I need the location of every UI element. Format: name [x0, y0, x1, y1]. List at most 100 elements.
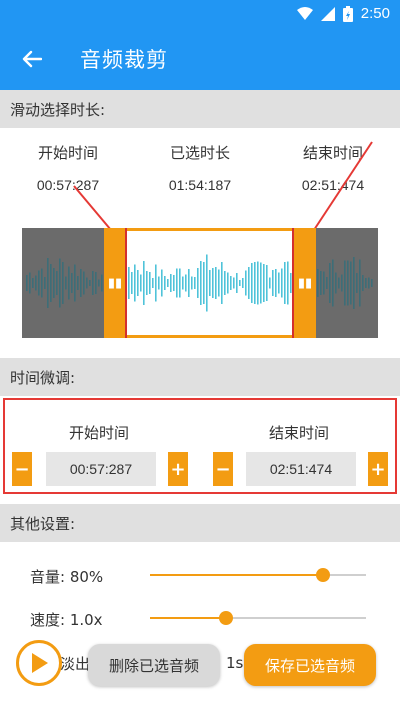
waveform-bar — [368, 277, 370, 289]
end-time-field[interactable]: 02:51:474 — [246, 452, 356, 486]
play-button[interactable] — [16, 640, 62, 686]
waveform-bar — [263, 264, 265, 302]
waveform-bar — [218, 269, 220, 297]
waveform-bar — [350, 261, 352, 305]
waveform-bar — [176, 268, 178, 298]
waveform-bar — [332, 259, 334, 307]
waveform-bar — [155, 264, 157, 302]
waveform-bar — [29, 272, 31, 294]
waveform-bar — [323, 271, 325, 295]
waveform-bar — [149, 272, 151, 294]
waveform-bar — [83, 271, 85, 295]
back-button[interactable] — [8, 35, 56, 83]
waveform-bar — [101, 274, 103, 292]
status-bar: 2:50 — [0, 0, 400, 28]
waveform-bar — [239, 280, 241, 286]
waveform-bar — [203, 262, 205, 304]
waveform-bar — [128, 267, 130, 299]
app-bar: 音频裁剪 — [0, 28, 400, 90]
fine-tune-end-label: 结束时间 — [269, 424, 330, 442]
waveform-bar — [179, 268, 181, 298]
waveform-bar — [71, 273, 73, 293]
waveform-bar — [92, 271, 94, 295]
waveform-bar — [362, 275, 364, 291]
waveform-bar — [77, 276, 79, 290]
waveform-bar — [47, 258, 49, 308]
waveform-bar — [236, 273, 238, 293]
waveform-bar — [89, 280, 91, 286]
waveform-bar — [206, 254, 208, 312]
start-handle[interactable]: ▮▮ — [104, 228, 126, 338]
waveform-bar — [371, 279, 373, 287]
waveform-bars — [26, 254, 373, 312]
start-time-field[interactable]: 00:57:287 — [46, 452, 156, 486]
waveform-bar — [329, 263, 331, 303]
waveform-bar — [32, 278, 34, 288]
waveform-bar — [326, 277, 328, 289]
waveform-bar — [182, 276, 184, 290]
waveform-bar — [284, 262, 286, 304]
play-icon — [32, 653, 48, 673]
start-increase-button[interactable]: + — [168, 452, 188, 486]
wifi-icon — [296, 6, 313, 20]
waveform-bar — [188, 269, 190, 297]
waveform-bar — [152, 278, 154, 288]
waveform-bar — [95, 272, 97, 294]
waveform-bar — [56, 271, 58, 295]
waveform-bar — [68, 266, 70, 300]
waveform-bar — [185, 274, 187, 292]
end-decrease-button[interactable]: − — [213, 452, 233, 486]
minus-icon: − — [215, 458, 231, 480]
waveform-bar — [74, 264, 76, 302]
waveform-bar — [338, 277, 340, 289]
delete-selected-button[interactable]: 删除已选音频 — [88, 644, 220, 686]
waveform-bar — [320, 271, 322, 295]
waveform-bar — [278, 272, 280, 294]
waveform-bar — [158, 276, 160, 290]
waveform-bar — [287, 261, 289, 305]
waveform-bar — [98, 279, 100, 287]
end-handle[interactable]: ▮▮ — [294, 228, 316, 338]
waveform-bar — [38, 270, 40, 296]
waveform-bar — [41, 268, 43, 298]
waveform-bar — [356, 273, 358, 293]
start-decrease-button[interactable]: − — [12, 452, 32, 486]
end-increase-button[interactable]: + — [368, 452, 388, 486]
waveform-bar — [344, 260, 346, 306]
waveform-bar — [131, 272, 133, 294]
waveform-bar — [170, 274, 172, 292]
signal-icon — [320, 6, 335, 21]
waveform-bar — [194, 277, 196, 289]
waveform-bar — [65, 276, 67, 290]
waveform-bar — [260, 262, 262, 304]
page-title: 音频裁剪 — [80, 48, 168, 72]
status-time: 2:50 — [360, 5, 390, 22]
waveform-bar — [269, 277, 271, 289]
arrow-left-icon — [22, 50, 42, 68]
speed-slider-thumb[interactable] — [219, 611, 233, 625]
volume-label: 音量: 80% — [30, 568, 104, 586]
waveform-bar — [200, 261, 202, 305]
waveform-bar — [281, 268, 283, 298]
waveform-bar — [215, 267, 217, 299]
volume-slider-thumb[interactable] — [316, 568, 330, 582]
section-header-fine-tune: 时间微调: — [0, 358, 400, 396]
battery-icon — [342, 5, 353, 22]
waveform-bar — [365, 278, 367, 288]
waveform-bar — [254, 262, 256, 304]
save-selected-button[interactable]: 保存已选音频 — [244, 644, 376, 686]
fine-tune-start-label: 开始时间 — [69, 424, 130, 442]
waveform-bar — [137, 270, 139, 296]
grip-icon: ▮▮ — [107, 275, 123, 291]
waveform-bar — [335, 272, 337, 294]
annotation-arrow-right — [309, 141, 373, 237]
waveform-bar — [173, 275, 175, 291]
waveform-bar — [197, 268, 199, 298]
waveform-bar — [257, 261, 259, 305]
waveform-bar — [248, 267, 250, 299]
waveform-view[interactable]: ▮▮ ▮▮ — [22, 228, 378, 338]
speed-label: 速度: 1.0x — [30, 611, 103, 629]
waveform-bar — [275, 269, 277, 297]
waveform-bar — [212, 268, 214, 298]
waveform-bar — [35, 275, 37, 291]
